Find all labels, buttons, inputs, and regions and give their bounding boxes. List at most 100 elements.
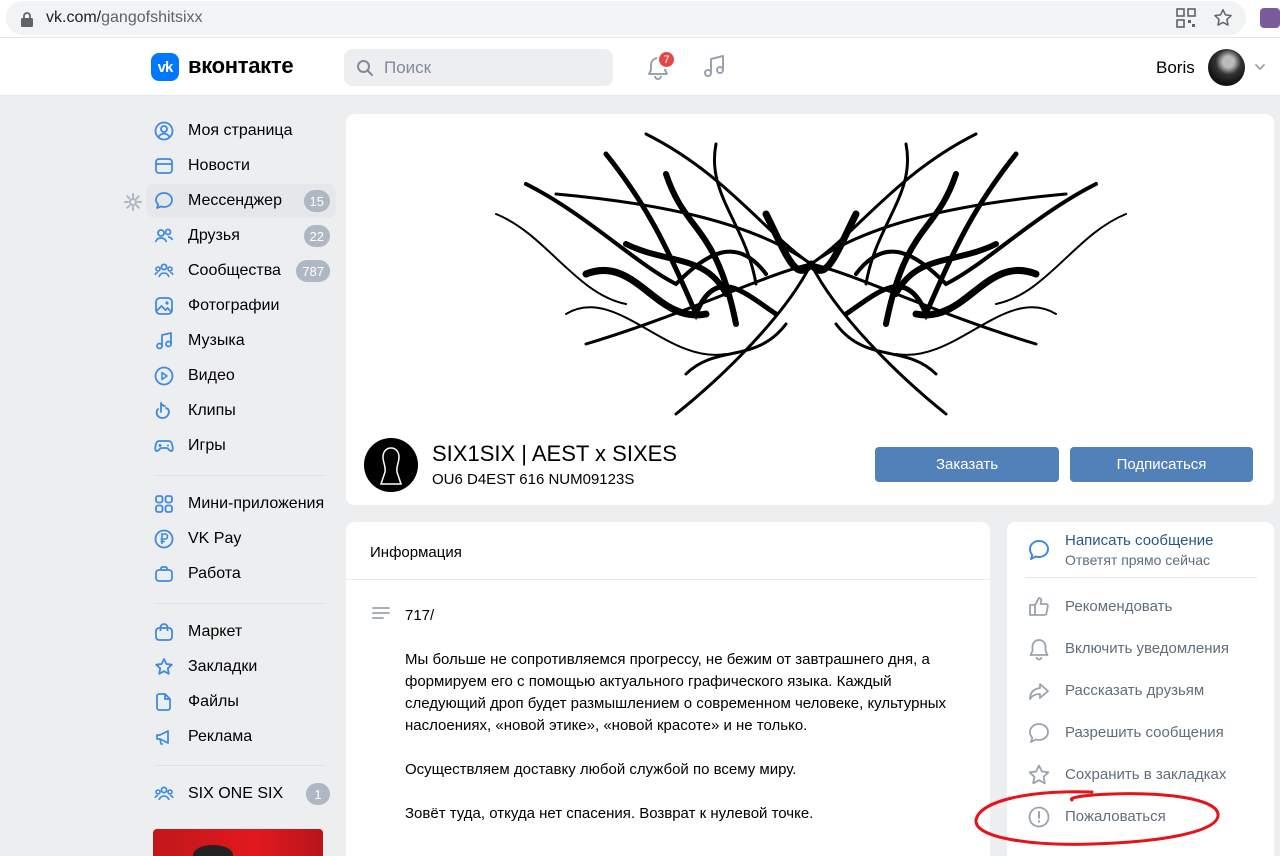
sidebar-item-label: Клипы xyxy=(188,402,236,419)
sidebar-item[interactable]: Фотографии xyxy=(146,289,336,323)
sidebar-item[interactable]: Видео xyxy=(146,359,336,393)
market-bag-icon xyxy=(155,623,173,641)
sidebar-item-label: Фотографии xyxy=(188,297,280,314)
sidebar-item[interactable]: Моя страница xyxy=(146,114,336,148)
bookmark-star-icon[interactable] xyxy=(1212,7,1234,29)
share-icon xyxy=(1029,683,1049,700)
chat-icon xyxy=(155,192,173,209)
group-action-item[interactable]: Рассказать друзьям xyxy=(1007,673,1274,709)
info-paragraph: Осуществляем доставку любой службой по в… xyxy=(405,761,797,778)
star-icon xyxy=(1028,764,1050,785)
qr-code-icon[interactable] xyxy=(1176,8,1196,28)
thumbs-up-icon xyxy=(1029,597,1049,616)
sidebar-item-counter: 1 xyxy=(306,783,330,805)
extension-icon[interactable] xyxy=(1260,8,1280,28)
group-action-item[interactable]: Пожаловаться xyxy=(1007,799,1274,835)
group-action-label: Разрешить сообщения xyxy=(1065,724,1224,741)
bell-icon xyxy=(1029,639,1049,661)
reply-time-hint: Ответят прямо сейчас xyxy=(1065,552,1210,568)
lock-icon xyxy=(21,12,33,27)
chevron-down-icon[interactable] xyxy=(1254,62,1266,72)
apps-icon xyxy=(155,495,173,513)
sidebar-item-label: Музыка xyxy=(188,332,245,349)
user-name[interactable]: Boris xyxy=(1156,58,1195,78)
sidebar-item-counter: 787 xyxy=(296,260,330,282)
sidebar-item[interactable]: SIX ONE SIX 1 xyxy=(146,777,336,811)
group-avatar[interactable] xyxy=(364,438,418,492)
send-message-link[interactable]: Написать сообщение xyxy=(1065,532,1214,549)
sidebar-item-label: SIX ONE SIX xyxy=(188,785,284,802)
sidebar-promo-image[interactable] xyxy=(153,829,323,856)
group-action-item[interactable]: Включить уведомления xyxy=(1007,631,1274,667)
clips-icon xyxy=(155,402,170,419)
sidebar-item[interactable]: VK Pay xyxy=(146,522,336,556)
group-name: SIX1SIX | AEST x SIXES xyxy=(432,441,677,466)
briefcase-icon xyxy=(155,566,173,582)
photo-icon xyxy=(155,297,173,315)
group-action-label: Включить уведомления xyxy=(1065,640,1230,657)
sidebar-item[interactable]: Маркет xyxy=(146,615,336,649)
sidebar-item-label: Моя страница xyxy=(188,122,293,139)
sidebar-item[interactable]: Реклама xyxy=(146,720,336,754)
sidebar-divider xyxy=(154,475,326,476)
communities-icon xyxy=(154,786,174,801)
info-card: Информация 717/ Мы больше не сопротивляе… xyxy=(346,522,990,856)
video-icon xyxy=(154,366,174,386)
search-box[interactable] xyxy=(344,49,613,86)
order-button[interactable]: Заказать xyxy=(875,447,1059,482)
group-action-label: Рекомендовать xyxy=(1065,598,1173,615)
chat-icon[interactable] xyxy=(1027,538,1051,562)
url-text: vk.com/gangofshitsixx xyxy=(46,9,203,26)
sidebar-item[interactable]: Закладки xyxy=(146,650,336,684)
group-action-item[interactable]: Сохранить в закладках xyxy=(1007,757,1274,793)
music-player-icon[interactable] xyxy=(700,53,728,81)
sidebar-item-counter: 15 xyxy=(303,190,330,212)
sidebar-item-label: Видео xyxy=(188,367,235,384)
sidebar-item[interactable]: Файлы xyxy=(146,685,336,719)
sidebar-item-label: Сообщества xyxy=(188,262,281,279)
address-bar[interactable]: vk.com/gangofshitsixx xyxy=(6,1,1246,35)
vk-logo-text[interactable]: вконтакте xyxy=(188,53,294,79)
sidebar-item-label: Друзья xyxy=(188,227,240,244)
search-icon xyxy=(357,60,373,76)
description-lines-icon xyxy=(372,607,390,619)
sidebar-item[interactable]: Работа xyxy=(146,557,336,591)
sidebar-divider xyxy=(154,603,326,604)
chat-icon xyxy=(1029,723,1049,743)
sidebar-item-label: Файлы xyxy=(188,693,239,710)
search-input[interactable] xyxy=(384,49,604,86)
sidebar-item-label: Реклама xyxy=(188,728,253,745)
group-action-item[interactable]: Рекомендовать xyxy=(1007,589,1274,625)
group-actions-card: Написать сообщение Ответят прямо сейчас … xyxy=(1007,522,1274,856)
sidebar-item[interactable]: Новости xyxy=(146,149,336,183)
gear-icon[interactable] xyxy=(124,193,142,211)
ruble-icon xyxy=(154,529,174,549)
info-divider xyxy=(346,579,990,580)
group-action-item[interactable]: Разрешить сообщения xyxy=(1007,715,1274,751)
sidebar-item-label: Закладки xyxy=(188,658,258,675)
browser-toolbar: vk.com/gangofshitsixx xyxy=(0,0,1280,38)
star-icon xyxy=(155,658,173,675)
group-cover-logo xyxy=(495,132,1127,416)
sidebar-divider xyxy=(154,765,326,766)
sidebar-item[interactable]: Клипы xyxy=(146,394,336,428)
sidebar-item[interactable]: Игры xyxy=(146,429,336,463)
sidebar-item-label: Новости xyxy=(188,157,250,174)
sidebar-item-label: Игры xyxy=(188,437,226,454)
sidebar-item-label: Работа xyxy=(188,565,241,582)
sidebar-item[interactable]: Мессенджер 15 xyxy=(146,184,336,218)
sidebar-item[interactable]: Мини-приложения xyxy=(146,487,336,521)
sidebar-item[interactable]: Музыка xyxy=(146,324,336,358)
sidebar-item-counter: 22 xyxy=(303,225,330,247)
vk-logo-icon[interactable]: vk xyxy=(151,53,179,81)
user-avatar[interactable] xyxy=(1208,49,1245,86)
info-description: 717/ Мы больше не сопротивляемся прогрес… xyxy=(405,605,965,847)
report-icon xyxy=(1028,806,1050,828)
subscribe-button[interactable]: Подписаться xyxy=(1070,447,1253,482)
info-paragraph: 717/ xyxy=(405,607,435,624)
group-cover-card: SIX1SIX | AEST x SIXES OU6 D4EST 616 NUM… xyxy=(346,114,1274,505)
sidebar-item-label: VK Pay xyxy=(188,530,242,547)
site-header: vk вконтакте 7 Boris xyxy=(0,38,1280,96)
sidebar-item[interactable]: Друзья 22 xyxy=(146,219,336,253)
sidebar-item[interactable]: Сообщества 787 xyxy=(146,254,336,288)
